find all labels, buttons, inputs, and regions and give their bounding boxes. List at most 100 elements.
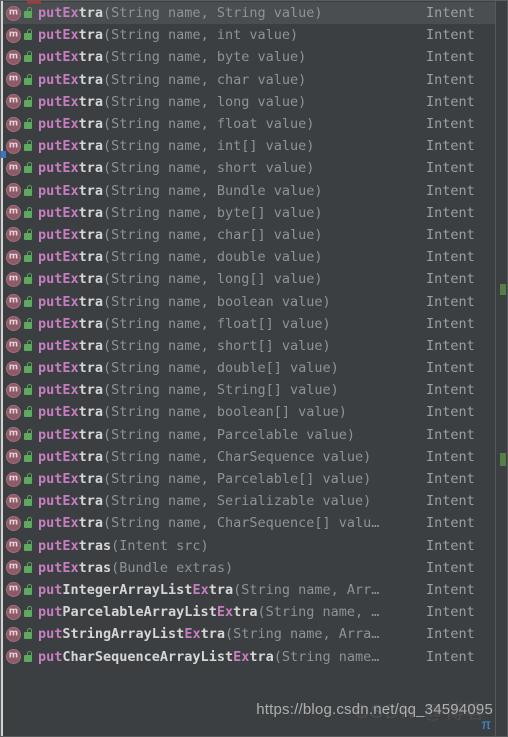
completion-item[interactable]: m putExtras(Bundle extras) Intent	[2, 557, 496, 579]
completion-item-signature: putExtra(String name, int[] value)	[38, 135, 422, 157]
public-lock-icon	[23, 206, 34, 220]
public-lock-icon	[23, 139, 34, 153]
parameter-list-text: (String name…	[273, 648, 380, 665]
method-name-text: tra	[78, 160, 104, 177]
match-highlight: putEx	[38, 138, 79, 155]
parameter-list-text: (String name, float value)	[103, 116, 315, 133]
completion-item[interactable]: m putExtra(String name, byte[] value) Inte…	[2, 202, 496, 224]
match-highlight: putEx	[38, 382, 79, 399]
method-name-text: tra	[78, 448, 104, 465]
completion-item[interactable]: m putExtra(String name, int value) Intent	[2, 24, 496, 46]
completion-item-signature: putExtras(Bundle extras)	[38, 557, 422, 579]
completion-item[interactable]: m putExtra(String name, float[] value) Int…	[2, 313, 496, 335]
completion-item-signature: putIntegerArrayListExtra(String name, Ar…	[38, 579, 422, 601]
public-lock-icon	[23, 472, 34, 486]
method-name-text: tra	[78, 249, 104, 266]
completion-list[interactable]: m putExtra(String name, String value) Inte…	[2, 2, 496, 668]
match-highlight: putEx	[38, 160, 79, 177]
method-name-text: tra	[78, 5, 104, 22]
completion-item[interactable]: m putExtra(String name, Parcelable[] valu…	[2, 468, 496, 490]
completion-item[interactable]: m putExtra(String name, int[] value) Inten…	[2, 135, 496, 157]
completion-item[interactable]: m putExtra(String name, String value) Inte…	[2, 2, 496, 25]
method-name-text: tra	[200, 626, 225, 643]
parameter-list-text: (String name, int value)	[103, 27, 299, 44]
match-highlight: put	[38, 581, 63, 598]
completion-item[interactable]: m putExtra(String name, long value) Intent	[2, 91, 496, 113]
method-name-text: tra	[78, 226, 104, 243]
parameter-list-text: (Bundle extras)	[111, 559, 234, 576]
completion-item[interactable]: m putExtra(String name, Bundle value) Inte…	[2, 180, 496, 202]
completion-item[interactable]: m putCharSequenceArrayListExtra(String na…	[2, 645, 496, 667]
completion-item[interactable]: m putExtra(String name, CharSequence valu…	[2, 446, 496, 468]
public-lock-icon	[23, 117, 34, 131]
completion-item-return-type: Intent	[426, 559, 475, 576]
completion-item[interactable]: m putExtra(String name, short value) Inten…	[2, 157, 496, 179]
parameter-list-text: (String name, CharSequence[] valu…	[103, 515, 380, 532]
method-icon: m	[6, 183, 21, 199]
method-icon: m	[6, 427, 21, 443]
completion-item[interactable]: m putParcelableArrayListExtra(String name…	[2, 601, 496, 623]
completion-item-signature: putExtra(String name, long value)	[38, 91, 422, 113]
completion-item-return-type: Intent	[426, 404, 475, 421]
match-highlight: putEx	[38, 293, 79, 310]
method-icon: m	[6, 160, 21, 176]
match-highlight: putEx	[38, 360, 79, 377]
method-name-text: tra	[78, 515, 104, 532]
completion-item-return-type: Intent	[426, 448, 475, 465]
completion-item[interactable]: m putExtra(String name, boolean value) Int…	[2, 290, 496, 312]
match-highlight: putEx	[38, 271, 79, 288]
completion-item[interactable]: m putExtra(String name, short[] value) Int…	[2, 335, 496, 357]
code-completion-popup[interactable]: m putExtra(String name, String value) Inte…	[0, 0, 508, 737]
completion-item-return-type: Intent	[426, 426, 475, 443]
match-highlight: putEx	[38, 226, 79, 243]
completion-item[interactable]: m putExtra(String name, float value) Inten…	[2, 113, 496, 135]
completion-item[interactable]: m putExtra(String name, byte value) Intent	[2, 46, 496, 68]
parameter-list-text: (String name, double value)	[103, 249, 323, 266]
completion-item-return-type: Intent	[426, 71, 475, 88]
completion-item[interactable]: m putExtra(String name, boolean[] value) I…	[2, 401, 496, 423]
method-name-text: tra	[78, 493, 104, 510]
method-icon: m	[6, 582, 21, 598]
match-highlight: putEx	[38, 93, 79, 110]
completion-item-signature: putExtra(String name, Bundle value)	[38, 180, 422, 202]
method-name-text: tra	[78, 293, 104, 310]
completion-item-return-type: Intent	[426, 182, 475, 199]
method-name-text: tra	[78, 271, 104, 288]
completion-item[interactable]: m putExtra(String name, Parcelable value)…	[2, 424, 496, 446]
completion-item[interactable]: m putExtra(String name, CharSequence[] va…	[2, 512, 496, 534]
left-gutter-line	[1, 1, 3, 736]
completion-item-return-type: Intent	[426, 93, 475, 110]
completion-item-signature: putExtra(String name, Parcelable value)	[38, 424, 422, 446]
method-name-text: tra	[208, 581, 234, 598]
method-icon: m	[6, 338, 21, 354]
match-highlight: putEx	[38, 182, 79, 199]
match-highlight: putEx	[38, 493, 79, 510]
completion-item[interactable]: m putExtra(String name, double value) Inte…	[2, 246, 496, 268]
parameter-list-text: (String name, int[] value)	[103, 138, 315, 155]
method-icon: m	[6, 205, 21, 221]
completion-item[interactable]: m putExtra(String name, char[] value) Inte…	[2, 224, 496, 246]
parameter-list-text: (String name, String value)	[103, 5, 323, 22]
vertical-scrollbar[interactable]	[495, 1, 507, 736]
completion-item[interactable]: m putExtra(String name, double[] value) In…	[2, 357, 496, 379]
public-lock-icon	[23, 95, 34, 109]
method-name-text: tra	[78, 116, 104, 133]
completion-item[interactable]: m putExtras(Intent src) Intent	[2, 535, 496, 557]
completion-item[interactable]: m putExtra(String name, Serializable valu…	[2, 490, 496, 512]
method-icon: m	[6, 493, 21, 509]
method-name-text: tra	[78, 204, 104, 221]
completion-item[interactable]: m putStringArrayListExtra(String name, Ar…	[2, 623, 496, 645]
match-highlight: Ex	[192, 581, 209, 598]
completion-item-signature: putExtra(String name, char[] value)	[38, 224, 422, 246]
parameter-list-text: (String name, double[] value)	[103, 360, 339, 377]
completion-item[interactable]: m putIntegerArrayListExtra(String name, A…	[2, 579, 496, 601]
public-lock-icon	[23, 6, 34, 20]
completion-item[interactable]: m putExtra(String name, char value) Intent	[2, 69, 496, 91]
method-name-text: tra	[78, 426, 104, 443]
completion-item-signature: putExtra(String name, double[] value)	[38, 357, 422, 379]
completion-item-signature: putExtra(String name, short value)	[38, 157, 422, 179]
method-name-text: tra	[78, 382, 104, 399]
completion-item[interactable]: m putExtra(String name, String[] value) In…	[2, 379, 496, 401]
completion-item[interactable]: m putExtra(String name, long[] value) Inte…	[2, 268, 496, 290]
method-icon: m	[6, 360, 21, 376]
